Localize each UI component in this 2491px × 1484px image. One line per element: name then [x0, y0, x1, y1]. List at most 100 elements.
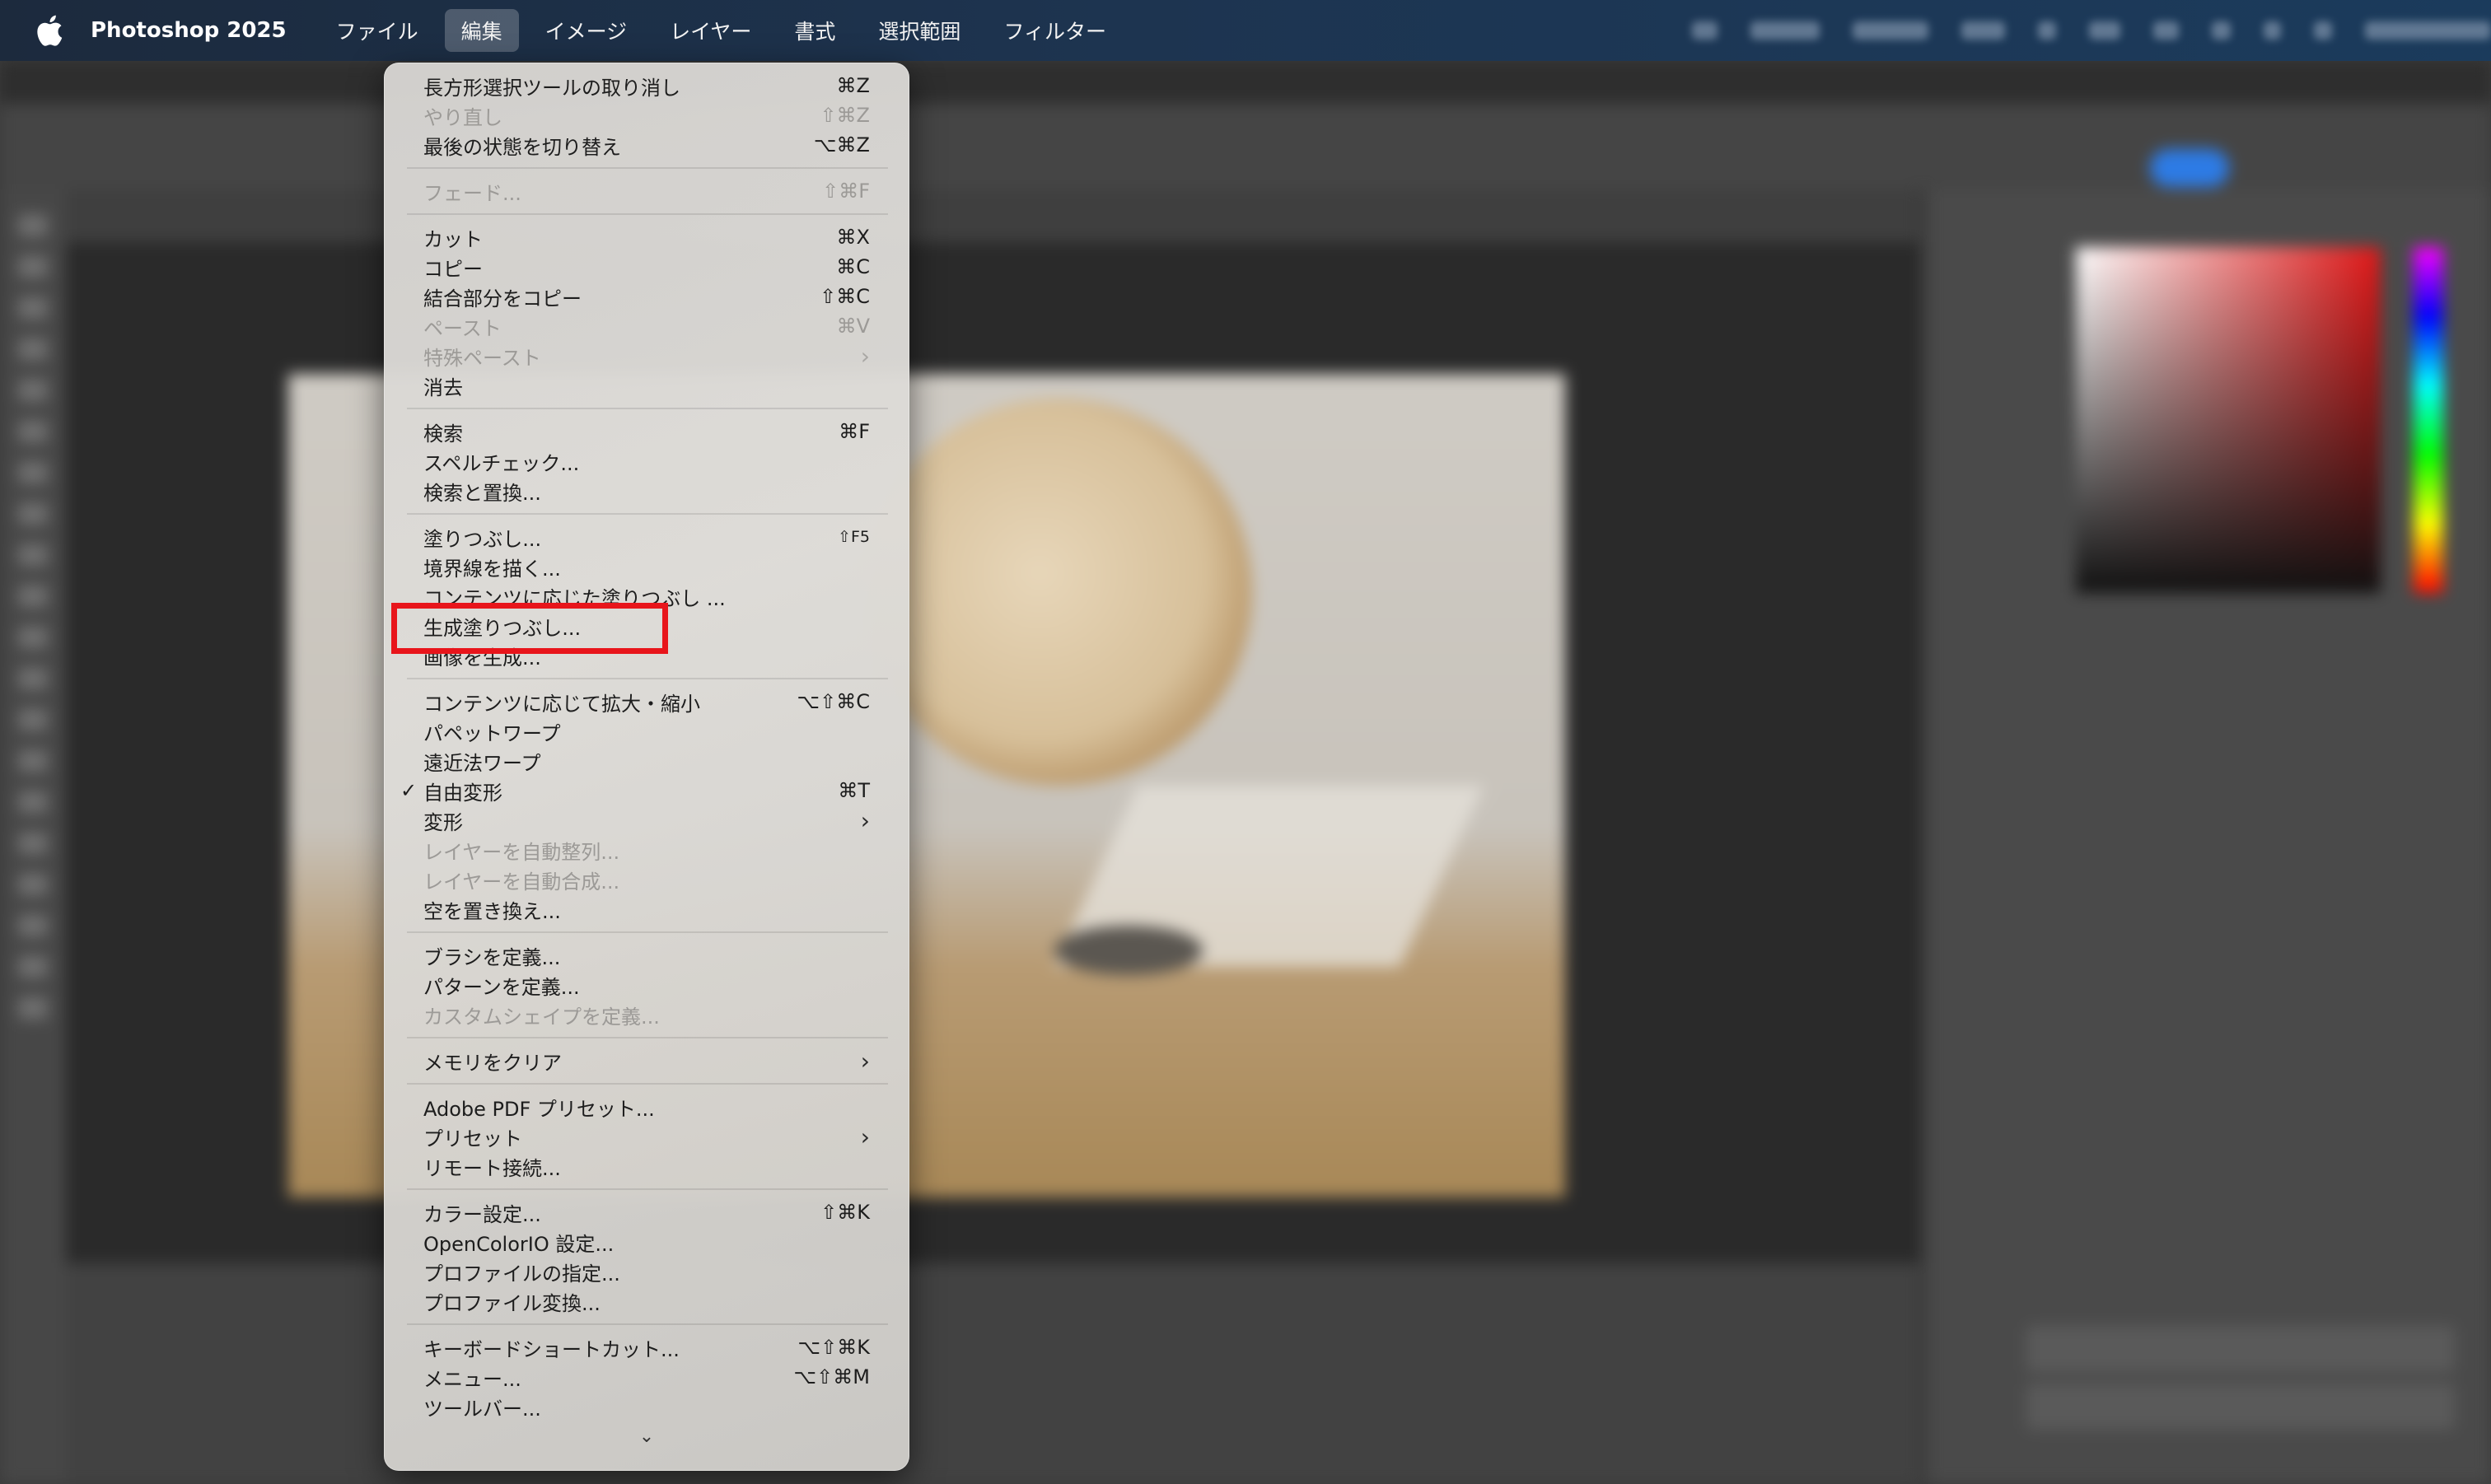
menu-item-label: 自由変形	[423, 781, 502, 805]
document-tab-bar	[66, 189, 1919, 242]
edit-menu-dropdown: 長方形選択ツールの取り消し ⌘Z やり直し ⇧⌘Z 最後の状態を切り替え ⌥⌘Z フェード.…	[384, 63, 909, 1471]
menu-separator	[407, 213, 888, 215]
menu-type[interactable]: 書式	[778, 9, 852, 52]
menu-item[interactable]: プロファイル変換...	[384, 1286, 909, 1316]
menu-item-label: 消去	[423, 376, 463, 399]
menu-item[interactable]: カット ⌘X	[384, 222, 909, 252]
rattan-mirror-shape	[865, 399, 1252, 786]
menu-item[interactable]: Adobe PDF プリセット...	[384, 1092, 909, 1122]
checkmark-icon: ✓	[400, 779, 418, 802]
submenu-chevron-icon: ›	[860, 806, 870, 834]
menu-item-label: カスタムシェイプを定義...	[423, 1005, 660, 1029]
menu-item[interactable]: ブラシを定義...	[384, 940, 909, 970]
menu-item[interactable]: コンテンツに応じて拡大・縮小 ⌥⇧⌘C	[384, 687, 909, 716]
menu-item-shortcut: ⌘T	[838, 779, 870, 802]
layer-row[interactable]	[2026, 1326, 2455, 1372]
menu-item[interactable]: カラー設定... ⇧⌘K	[384, 1197, 909, 1227]
menu-item[interactable]: キーボードショートカット... ⌥⇧⌘K	[384, 1332, 909, 1362]
menu-item-label: コンテンツに応じて拡大・縮小	[423, 692, 700, 716]
menu-item-label: 空を置き換え...	[423, 899, 561, 923]
menu-item[interactable]: 塗りつぶし... ⇧F5	[384, 522, 909, 552]
menu-item-label: 特殊ペースト	[423, 346, 541, 370]
menu-filter[interactable]: フィルター	[987, 9, 1123, 52]
menu-item: カスタムシェイプを定義...	[384, 1000, 909, 1029]
menu-separator	[407, 1037, 888, 1038]
menu-item-shortcut: ⇧F5	[838, 528, 870, 546]
menu-item[interactable]: OpenColorIO 設定...	[384, 1227, 909, 1257]
menu-item: 特殊ペースト ›	[384, 341, 909, 371]
menu-item[interactable]: 検索 ⌘F	[384, 417, 909, 446]
menu-item[interactable]: メモリをクリア ›	[384, 1046, 909, 1076]
menu-item[interactable]: ✓ 自由変形 ⌘T	[384, 776, 909, 805]
highlight-annotation-box	[391, 603, 668, 654]
menu-item-label: フェード...	[423, 181, 521, 205]
menu-separator	[407, 513, 888, 515]
menu-item-label: やり直し	[423, 105, 502, 129]
menu-item[interactable]: 境界線を描く...	[384, 552, 909, 581]
submenu-chevron-icon: ›	[860, 342, 870, 370]
hue-slider[interactable]	[2414, 247, 2443, 593]
menu-item: ペースト ⌘V	[384, 311, 909, 341]
menu-item[interactable]: 変形 ›	[384, 805, 909, 835]
menu-item[interactable]: パペットワープ	[384, 716, 909, 746]
menu-item-label: リモート接続...	[423, 1156, 561, 1180]
scroll-down-chevron-icon[interactable]: ⌄	[384, 1421, 909, 1451]
menu-bar-status-icons	[1395, 0, 2491, 61]
menu-item[interactable]: プロファイルの指定...	[384, 1257, 909, 1286]
menu-item[interactable]: スペルチェック...	[384, 446, 909, 476]
app-name-menu[interactable]: Photoshop 2025	[91, 18, 287, 43]
menu-item[interactable]: 長方形選択ツールの取り消し ⌘Z	[384, 71, 909, 100]
right-panels	[1928, 189, 2491, 1484]
menu-item[interactable]: ツールバー...	[384, 1392, 909, 1421]
tools-panel	[0, 189, 66, 1484]
menu-item[interactable]: 空を置き換え...	[384, 894, 909, 924]
menu-item[interactable]: 最後の状態を切り替え ⌥⌘Z	[384, 130, 909, 160]
menu-item-label: 検索	[423, 422, 463, 446]
menu-edit[interactable]: 編集	[444, 9, 519, 52]
menu-item-shortcut: ⇧⌘C	[820, 285, 870, 308]
menu-item-label: スペルチェック...	[423, 451, 580, 475]
photoshop-workspace-background	[0, 61, 2491, 1484]
menu-item-label: カラー設定...	[423, 1202, 541, 1226]
menu-item-label: キーボードショートカット...	[423, 1337, 680, 1361]
menu-item-label: 検索と置換...	[423, 481, 541, 505]
menu-item[interactable]: 遠近法ワープ	[384, 746, 909, 776]
menu-item[interactable]: プリセット ›	[384, 1122, 909, 1151]
menu-item[interactable]: コピー ⌘C	[384, 252, 909, 282]
share-button[interactable]	[2150, 149, 2229, 187]
menu-item[interactable]: 検索と置換...	[384, 476, 909, 506]
menu-item[interactable]: パターンを定義...	[384, 970, 909, 1000]
menu-item-label: カット	[423, 227, 483, 251]
menu-layer[interactable]: レイヤー	[653, 9, 768, 52]
menu-item: レイヤーを自動整列...	[384, 835, 909, 865]
menu-file[interactable]: ファイル	[320, 9, 435, 52]
menu-item-label: 長方形選択ツールの取り消し	[423, 76, 680, 100]
menu-item[interactable]: 消去	[384, 371, 909, 400]
menu-separator	[407, 678, 888, 679]
menu-separator	[407, 1188, 888, 1190]
menu-separator	[407, 931, 888, 933]
color-picker-field[interactable]	[2076, 247, 2381, 593]
menu-item-label: パペットワープ	[423, 721, 561, 745]
layer-row[interactable]	[2026, 1384, 2455, 1430]
document-title-bar	[0, 61, 2491, 104]
timeline-panel	[66, 1263, 1919, 1484]
menu-item-shortcut: ⌘F	[839, 420, 870, 443]
menu-image[interactable]: イメージ	[529, 9, 644, 52]
menu-item-label: パターンを定義...	[423, 975, 580, 999]
menu-item-shortcut: ⌥⇧⌘K	[797, 1336, 870, 1359]
menu-select[interactable]: 選択範囲	[862, 9, 977, 52]
stones-shape	[1054, 926, 1203, 975]
system-menu-bar: Photoshop 2025 ファイル 編集 イメージ レイヤー 書式 選択範囲…	[0, 0, 2491, 61]
menu-item-label: プロファイル変換...	[423, 1291, 601, 1315]
menu-item-label: メモリをクリア	[423, 1051, 562, 1075]
menu-item[interactable]: 結合部分をコピー ⇧⌘C	[384, 282, 909, 311]
menu-item-label: ツールバー...	[423, 1397, 541, 1421]
menu-item[interactable]: メニュー... ⌥⇧⌘M	[384, 1362, 909, 1392]
apple-logo-icon[interactable]	[33, 14, 66, 47]
menu-item: フェード... ⇧⌘F	[384, 176, 909, 206]
menu-item-shortcut: ⇧⌘K	[820, 1201, 870, 1224]
menu-item[interactable]: リモート接続...	[384, 1151, 909, 1181]
menu-item-label: コピー	[423, 257, 483, 281]
menu-separator	[407, 167, 888, 169]
